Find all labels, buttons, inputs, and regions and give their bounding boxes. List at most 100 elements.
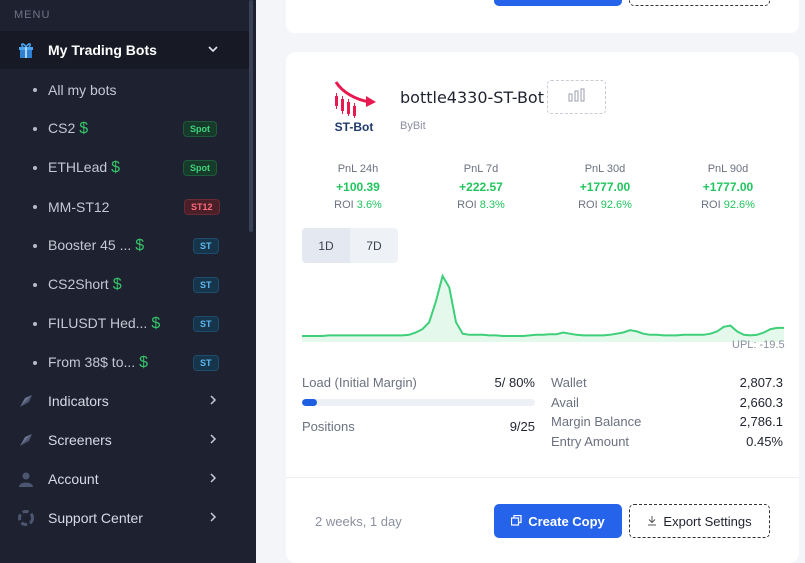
- sidebar-subitem[interactable]: All my bots: [0, 72, 249, 108]
- bar-chart-icon: [568, 88, 586, 107]
- dollar-icon: $: [111, 159, 121, 176]
- entry-amount-value: 0.45%: [746, 434, 783, 449]
- sidebar-subitem[interactable]: ETHLead $ Spot: [0, 150, 249, 186]
- sidebar-subitem-label: FILUSDT Hed... $: [48, 315, 160, 333]
- sidebar-subitem-label: Booster 45 ... $: [48, 237, 144, 255]
- download-icon: [647, 514, 657, 529]
- sidebar-item-indicators[interactable]: Indicators: [0, 383, 249, 419]
- create-copy-label: Create Copy: [528, 513, 605, 529]
- sidebar-subitem[interactable]: From 38$ to... $ ST: [0, 345, 249, 381]
- sidebar-subitem[interactable]: CS2Short $ ST: [0, 267, 249, 303]
- rocket-icon: [16, 391, 36, 411]
- wallet-value: 2,807.3: [739, 375, 783, 390]
- pnl-24h: PnL 24h +100.39 ROI 3.6%: [298, 160, 418, 214]
- sidebar-subitem[interactable]: Booster 45 ... $ ST: [0, 228, 249, 264]
- roi-value: 8.3%: [479, 199, 505, 211]
- pnl-value: +100.39: [336, 180, 380, 194]
- pnl-title: PnL 7d: [463, 163, 499, 175]
- avail-label: Avail: [551, 395, 579, 410]
- chevron-right-icon: [208, 394, 218, 408]
- bullet-dot: [33, 127, 37, 131]
- sidebar-scrollbar[interactable]: [249, 0, 253, 232]
- sidebar-item-label: Indicators: [48, 393, 109, 409]
- sidebar-item-label: Screeners: [48, 432, 112, 448]
- dollar-icon: $: [139, 354, 149, 371]
- st-bot-logo: ST-Bot: [330, 78, 378, 136]
- dollar-icon: $: [79, 120, 89, 137]
- wallet-label: Wallet: [551, 375, 587, 390]
- create-copy-button[interactable]: Create Copy: [494, 504, 622, 538]
- roi-value: 92.6%: [600, 199, 632, 211]
- bullet-dot: [33, 361, 37, 365]
- chevron-right-icon: [208, 472, 218, 486]
- sidebar-item-label: Support Center: [48, 510, 143, 526]
- sidebar-item-screeners[interactable]: Screeners: [0, 422, 249, 458]
- positions-label: Positions: [302, 419, 355, 434]
- sidebar-item-label: Account: [48, 471, 99, 487]
- pnl-7d: PnL 7d +222.57 ROI 8.3%: [421, 160, 541, 214]
- chart-area: [302, 276, 784, 342]
- pnl-roi: ROI 92.6%: [668, 196, 788, 214]
- sidebar-subitem[interactable]: CS2 $ Spot: [0, 111, 249, 147]
- previous-create-copy-button[interactable]: [494, 0, 622, 6]
- roi-label: ROI: [578, 199, 598, 211]
- bot-age: 2 weeks, 1 day: [315, 514, 402, 529]
- previous-export-settings-button[interactable]: [629, 0, 770, 6]
- subitem-text: MM-ST12: [48, 199, 110, 215]
- status-badge: ST: [193, 316, 219, 332]
- bar-chart-button[interactable]: [547, 80, 606, 114]
- sidebar-item-account[interactable]: Account: [0, 461, 249, 497]
- rocket-icon: [16, 430, 36, 450]
- sidebar-subitem[interactable]: FILUSDT Hed... $ ST: [0, 306, 249, 342]
- subitem-text: From 38$ to...: [48, 354, 136, 370]
- chevron-down-icon: [208, 43, 218, 57]
- entry-amount-label: Entry Amount: [551, 434, 630, 449]
- bullet-dot: [33, 322, 37, 326]
- pnl-value: +222.57: [459, 180, 503, 194]
- pnl-title: PnL 30d: [584, 163, 626, 175]
- sidebar-item-support-center[interactable]: Support Center: [0, 500, 249, 536]
- status-badge: ST: [193, 277, 219, 293]
- sidebar-subitem-label: CS2 $: [48, 120, 88, 138]
- sidebar-subitem-label: From 38$ to... $: [48, 354, 148, 372]
- tab-7d[interactable]: 7D: [350, 228, 398, 263]
- bullet-dot: [33, 88, 37, 92]
- chevron-right-icon: [208, 511, 218, 525]
- bullet-dot: [33, 166, 37, 170]
- status-badge: Spot: [183, 121, 217, 137]
- bullet-dot: [33, 205, 37, 209]
- gift-icon: [16, 40, 36, 60]
- dollar-icon: $: [135, 237, 145, 254]
- pnl-title: PnL 24h: [337, 163, 379, 175]
- sidebar: MENU My Trading Bots All my bots CS2 $ Spot…: [0, 0, 256, 563]
- sidebar-item-my-trading-bots[interactable]: My Trading Bots: [0, 31, 249, 69]
- logo-text: ST-Bot: [334, 120, 374, 134]
- dollar-icon: $: [151, 315, 161, 332]
- avail-value: 2,660.3: [739, 395, 783, 410]
- sidebar-subitem[interactable]: MM-ST12 ST12: [0, 189, 249, 225]
- support-icon: [16, 508, 36, 528]
- menu-label: MENU: [14, 9, 51, 21]
- pnl-90d: PnL 90d +1777.00 ROI 92.6%: [668, 160, 788, 214]
- roi-value: 3.6%: [356, 199, 382, 211]
- range-toggle: 1D 7D: [302, 228, 398, 263]
- load-progress-fill: [302, 399, 317, 406]
- sidebar-subitem-label: All my bots: [48, 82, 116, 98]
- pnl-roi: ROI 3.6%: [298, 196, 418, 214]
- margin-balance-value: 2,786.1: [739, 414, 783, 429]
- export-settings-button[interactable]: Export Settings: [629, 504, 770, 538]
- sidebar-subitem-label: ETHLead $: [48, 159, 120, 177]
- subitem-text: CS2Short: [48, 276, 109, 292]
- bot-name: bottle4330-ST-Bot: [400, 88, 544, 107]
- margin-balance-label: Margin Balance: [551, 414, 642, 429]
- bullet-dot: [33, 283, 37, 287]
- roi-value: 92.6%: [723, 199, 755, 211]
- subitem-text: All my bots: [48, 82, 117, 98]
- subitem-text: Booster 45 ...: [48, 237, 132, 253]
- roi-label: ROI: [334, 199, 354, 211]
- status-badge: Spot: [183, 160, 217, 176]
- status-badge: ST12: [184, 199, 220, 215]
- pnl-value: +1777.00: [702, 180, 754, 194]
- tab-1d[interactable]: 1D: [302, 228, 350, 263]
- pnl-roi: ROI 8.3%: [421, 196, 541, 214]
